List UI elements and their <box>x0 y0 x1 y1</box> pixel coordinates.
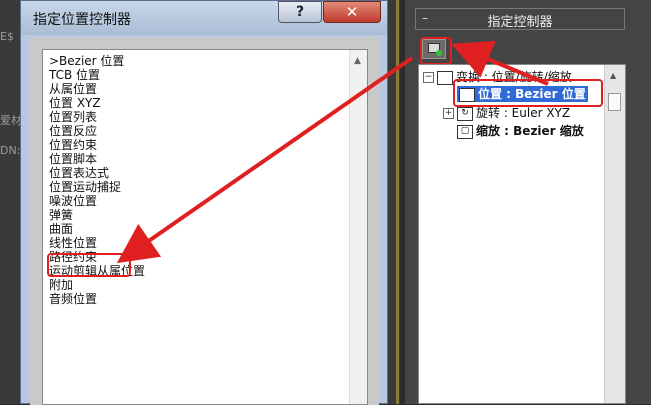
tree-scrollbar[interactable]: ▲ <box>604 65 625 403</box>
dialog-client: >Bezier 位置 TCB 位置 从属位置 位置 XYZ 位置列表 位置反应 … <box>30 37 379 405</box>
list-item-audio-position[interactable]: 音频位置 <box>49 292 145 306</box>
list-item-noise-position[interactable]: 噪波位置 <box>49 194 145 208</box>
position-row-highlight <box>453 79 603 107</box>
transform-icon <box>437 70 453 85</box>
list-item-position-expression[interactable]: 位置表达式 <box>49 166 145 180</box>
background-hint-3: E$ <box>0 30 14 43</box>
list-item-position-constraint[interactable]: 位置约束 <box>49 138 145 152</box>
assign-button-highlight <box>420 37 452 65</box>
list-item-position-script[interactable]: 位置脚本 <box>49 152 145 166</box>
list-item-position-list[interactable]: 位置列表 <box>49 110 145 124</box>
expand-icon[interactable]: + <box>443 108 454 119</box>
list-item-attachment[interactable]: 附加 <box>49 278 145 292</box>
motion-panel: – 指定控制器 − 变换 : 位置/旋转/缩放 ✥ 位置 : Bezier 位置 +… <box>405 0 651 404</box>
assign-controller-rollout[interactable]: – 指定控制器 <box>415 8 625 30</box>
tree-scale-label: 缩放 : Bezier 缩放 <box>476 124 584 138</box>
path-constraint-highlight <box>47 253 131 277</box>
list-item-position-motion-capture[interactable]: 位置运动捕捉 <box>49 180 145 194</box>
scale-icon: ▢ <box>457 124 473 139</box>
dialog-title: 指定位置控制器 <box>33 12 131 28</box>
list-item-tcb-position[interactable]: TCB 位置 <box>49 68 145 82</box>
list-item-spring[interactable]: 弹簧 <box>49 208 145 222</box>
close-button[interactable]: ✕ <box>323 1 381 23</box>
list-item-slave-position[interactable]: 从属位置 <box>49 82 145 96</box>
tree-row-scale[interactable]: ▢ 缩放 : Bezier 缩放 <box>457 123 584 139</box>
viewport-border <box>396 0 399 404</box>
background-hint-2: DN: <box>0 144 21 157</box>
list-item-position-reaction[interactable]: 位置反应 <box>49 124 145 138</box>
list-item-bezier-position[interactable]: >Bezier 位置 <box>49 54 145 68</box>
list-item-surface[interactable]: 曲面 <box>49 222 145 236</box>
tree-row-rotation[interactable]: + ↻ 旋转 : Euler XYZ <box>443 105 570 121</box>
background-hint-1: 爱材 <box>0 114 22 127</box>
rollout-title: 指定控制器 <box>487 15 553 30</box>
tree-scroll-thumb[interactable] <box>608 93 621 111</box>
rotation-icon: ↻ <box>457 106 473 121</box>
tree-rotation-label: 旋转 : Euler XYZ <box>476 106 571 120</box>
help-button[interactable]: ? <box>278 1 322 23</box>
list-scrollbar[interactable]: ▲ <box>349 50 367 404</box>
collapse-icon[interactable]: − <box>423 72 434 83</box>
tree-scroll-up-icon[interactable]: ▲ <box>610 71 616 80</box>
scroll-up-arrow-icon[interactable]: ▲ <box>354 56 361 66</box>
list-item-linear-position[interactable]: 线性位置 <box>49 236 145 250</box>
list-item-position-xyz[interactable]: 位置 XYZ <box>49 96 145 110</box>
controller-listbox[interactable]: >Bezier 位置 TCB 位置 从属位置 位置 XYZ 位置列表 位置反应 … <box>42 49 368 405</box>
controller-tree: − 变换 : 位置/旋转/缩放 ✥ 位置 : Bezier 位置 + ↻ 旋转 : Eu… <box>418 64 626 404</box>
assign-position-controller-dialog: 指定位置控制器 ? ✕ >Bezier 位置 TCB 位置 从属位置 位置 XY… <box>20 0 388 405</box>
dialog-titlebar[interactable]: 指定位置控制器 ? ✕ <box>21 1 387 35</box>
